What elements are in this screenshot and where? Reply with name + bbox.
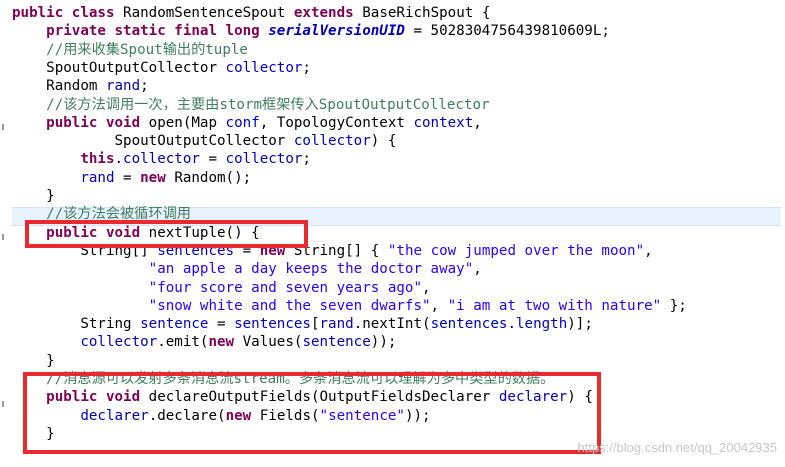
- code-token: new: [208, 334, 243, 351]
- code-line[interactable]: }: [12, 352, 55, 370]
- code-token: ;: [302, 151, 311, 168]
- code-token: = 5028304756439810609L;: [404, 23, 610, 40]
- code-token: ,: [473, 114, 482, 131]
- code-token: .nextInt(: [353, 316, 431, 333]
- code-token: this: [12, 151, 115, 168]
- watermark: https://blog.csdn.net/qq_20042935: [577, 440, 778, 455]
- code-token: rand: [319, 316, 354, 333]
- code-token: "an apple a day keeps the doctor away": [148, 261, 474, 278]
- code-token: open(Map: [148, 114, 226, 131]
- code-token: new: [140, 169, 175, 186]
- code-token: sentences: [234, 316, 311, 333]
- code-token: "four score and seven years ago": [148, 279, 423, 296]
- highlight-box-declare-output-fields: [23, 372, 601, 454]
- code-line[interactable]: SpoutOutputCollector collector) {: [12, 132, 396, 150]
- code-token: serialVersionUID: [268, 23, 405, 40]
- code-token: public class: [12, 5, 124, 21]
- fold-marker[interactable]: [2, 401, 8, 407]
- code-line[interactable]: String sentence = sentences[rand.nextInt…: [12, 315, 593, 333]
- code-token: //用来收集Spout输出的tuple: [12, 41, 248, 58]
- code-line[interactable]: private static final long serialVersionU…: [12, 22, 610, 40]
- code-line[interactable]: public class RandomSentenceSpout extends…: [12, 4, 490, 22]
- code-token: .: [507, 316, 516, 333]
- code-token: }: [12, 188, 55, 204]
- code-token: , TopologyContext: [259, 114, 414, 131]
- code-token: sentence: [302, 334, 371, 351]
- fold-marker[interactable]: [2, 234, 8, 240]
- code-token: Values(: [242, 334, 303, 351]
- code-editor[interactable]: public class RandomSentenceSpout extends…: [0, 0, 785, 467]
- code-line[interactable]: "four score and seven years ago",: [12, 279, 431, 297]
- code-token: private static final long: [12, 23, 269, 40]
- code-line[interactable]: "snow white and the seven dwarfs", "i am…: [12, 297, 687, 315]
- code-line[interactable]: "an apple a day keeps the doctor away",: [12, 260, 482, 278]
- code-line[interactable]: this.collector = collector;: [12, 150, 311, 168]
- code-line[interactable]: SpoutOutputCollector collector;: [12, 59, 311, 77]
- code-token: ) {: [370, 133, 397, 150]
- code-token: ;: [302, 59, 311, 76]
- code-line[interactable]: //用来收集Spout输出的tuple: [12, 41, 248, 59]
- code-token: BaseRichSpout {: [362, 5, 491, 21]
- code-token: }: [12, 352, 55, 369]
- fold-marker[interactable]: [2, 124, 8, 130]
- code-token: context: [413, 114, 474, 131]
- code-token: =: [114, 169, 141, 186]
- code-token: Random();: [174, 169, 252, 186]
- code-token: collector: [225, 151, 303, 168]
- code-token: [: [310, 316, 320, 333]
- code-token: "the cow jumped over the moon": [387, 242, 645, 259]
- code-token: .: [114, 151, 124, 168]
- code-line[interactable]: Random rand;: [12, 77, 149, 95]
- code-token: .emit(: [157, 334, 209, 351]
- code-line[interactable]: public void open(Map conf, TopologyConte…: [12, 114, 482, 132]
- code-token: String: [12, 316, 141, 333]
- code-token: "i am at two with nature": [447, 297, 662, 314]
- code-token: public void: [12, 114, 149, 131]
- code-token: ));: [370, 334, 397, 351]
- code-token: ,: [430, 297, 448, 314]
- code-token: ,: [644, 242, 653, 259]
- highlight-box-nexttuple: [25, 220, 308, 248]
- code-line[interactable]: }: [12, 187, 55, 205]
- code-token: sentences: [430, 316, 508, 333]
- code-token: extends: [293, 5, 363, 21]
- code-token: length: [515, 316, 568, 333]
- code-token: Random: [12, 78, 106, 95]
- code-token: collector: [225, 59, 303, 76]
- code-token: rand: [105, 78, 141, 95]
- code-token: =: [199, 151, 226, 168]
- code-token: sentence: [140, 316, 209, 333]
- code-token: "snow white and the seven dwarfs": [148, 297, 431, 314]
- code-token: rand: [80, 169, 115, 186]
- code-line[interactable]: //该方法调用一次，主要由storm框架传入SpoutOutputCollect…: [12, 96, 490, 114]
- code-token: //该方法调用一次，主要由storm框架传入SpoutOutputCollect…: [12, 96, 490, 113]
- code-token: =: [208, 316, 235, 333]
- code-token: conf: [225, 114, 260, 131]
- code-token: ,: [422, 279, 431, 296]
- code-token: collector: [80, 334, 158, 351]
- code-token: collector: [293, 133, 371, 150]
- code-token: )];: [567, 316, 593, 333]
- code-token: ,: [473, 261, 482, 278]
- code-token: };: [661, 297, 687, 314]
- code-token: ;: [140, 78, 149, 95]
- code-token: collector: [123, 151, 200, 168]
- code-token: SpoutOutputCollector: [12, 133, 294, 150]
- code-line[interactable]: rand = new Random();: [12, 169, 251, 187]
- code-line[interactable]: collector.emit(new Values(sentence));: [12, 333, 396, 351]
- code-token: SpoutOutputCollector: [12, 59, 226, 76]
- code-token: RandomSentenceSpout: [123, 5, 294, 21]
